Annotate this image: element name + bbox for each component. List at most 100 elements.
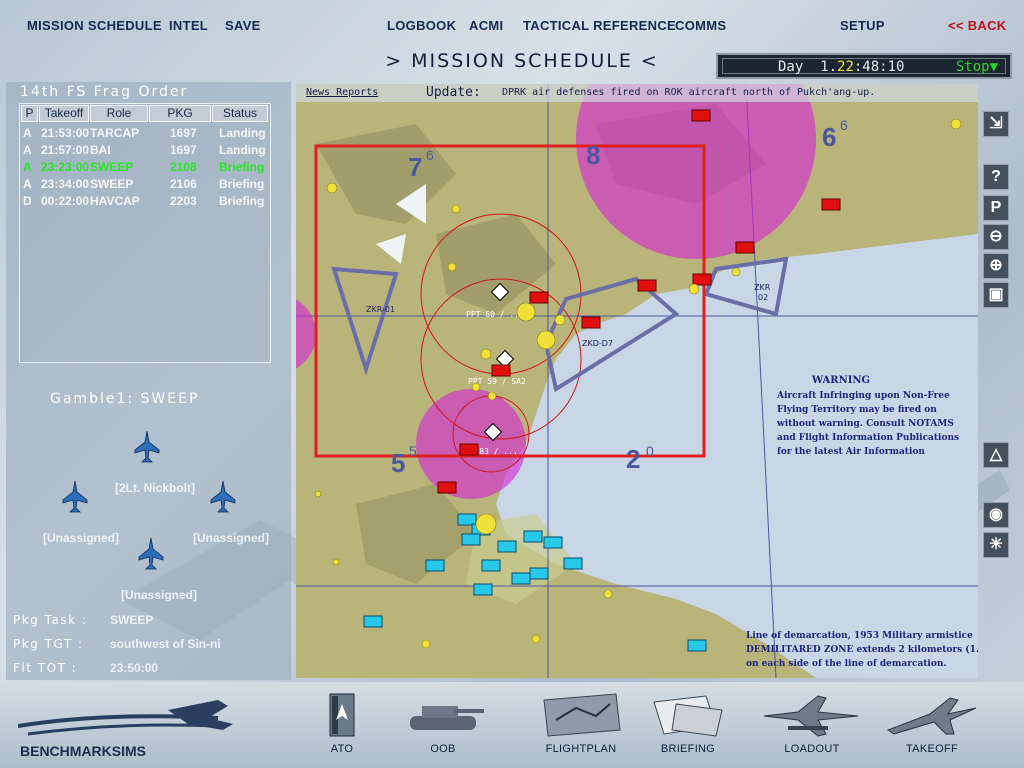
flight-name: Gamble1: SWEEP bbox=[50, 391, 200, 407]
flight-tot-label: Flt TOT : bbox=[13, 661, 78, 675]
jet-icon-wing3[interactable] bbox=[210, 480, 236, 514]
campaign-map[interactable]: 7 6 8 6 6 5 5 2 0 ZKR-01 ZKD-D7 ZKR 02 P… bbox=[296, 84, 978, 678]
frag-order-row[interactable]: A 21:57:00 BAI 1697 Landing bbox=[20, 142, 270, 159]
time-control-dropdown[interactable]: Stop▼ bbox=[956, 59, 998, 75]
zone-label: ZKD-D7 bbox=[582, 339, 613, 348]
frag-cell-pkg: 1697 bbox=[170, 126, 197, 140]
menu-intel[interactable]: INTEL bbox=[169, 18, 208, 33]
frag-order-row[interactable]: A 23:34:00 SWEEP 2106 Briefing bbox=[20, 176, 270, 193]
menu-logbook[interactable]: LOGBOOK bbox=[387, 18, 456, 33]
fit-map-button[interactable]: ▣ bbox=[983, 282, 1009, 308]
briefing-papers-icon bbox=[653, 695, 723, 737]
frag-cell-takeoff: 00:22:00 bbox=[41, 194, 90, 208]
frag-cell-p: A bbox=[23, 126, 32, 140]
frag-cell-role: SWEEP bbox=[90, 177, 134, 191]
frag-cell-pkg: 2108 bbox=[170, 160, 197, 174]
col-header-role[interactable]: Role bbox=[90, 105, 148, 122]
menu-comms[interactable]: COMMS bbox=[675, 18, 726, 33]
menu-save[interactable]: SAVE bbox=[225, 18, 261, 33]
col-header-pkg[interactable]: PKG bbox=[149, 105, 211, 122]
warning-line: Aircraft Infringing upon Non-Free bbox=[776, 391, 950, 401]
recon-button[interactable]: ◉ bbox=[983, 502, 1009, 528]
sector-sub: 6 bbox=[426, 147, 434, 163]
frag-cell-role: TARCAP bbox=[90, 126, 140, 140]
sector-label: 8 bbox=[586, 140, 600, 170]
nav-loadout[interactable]: LOADOUT bbox=[758, 690, 866, 762]
sector-sub: 5 bbox=[409, 443, 417, 459]
frag-cell-status: Briefing bbox=[219, 160, 265, 174]
takeoff-jet-icon bbox=[886, 697, 977, 735]
frag-order-title: 14th FS Frag Order bbox=[20, 84, 189, 100]
clock-time: Day 1.22:48:10 bbox=[778, 59, 905, 75]
zoom-out-button[interactable]: ⊖ bbox=[983, 224, 1009, 250]
loadout-jet-icon bbox=[763, 695, 859, 737]
dmz-line: Line of demarcation, 1953 Military armis… bbox=[746, 631, 973, 641]
time-display: Day 1.22:48:10 Stop▼ bbox=[716, 53, 1012, 79]
warning-line: and Flight Information Publications bbox=[777, 433, 959, 443]
col-header-status[interactable]: Status bbox=[212, 105, 268, 122]
menu-setup[interactable]: SETUP bbox=[840, 18, 885, 33]
map-canvas[interactable]: 7 6 8 6 6 5 5 2 0 ZKR-01 ZKD-D7 ZKR 02 P… bbox=[296, 84, 978, 678]
frag-cell-p: D bbox=[23, 194, 32, 208]
weather-button[interactable]: ☀ bbox=[983, 532, 1009, 558]
frag-order-row[interactable]: A 23:23:00 SWEEP 2108 Briefing bbox=[20, 159, 270, 176]
news-message: DPRK air defenses fired on ROK aircraft … bbox=[502, 87, 876, 98]
menu-mission-schedule[interactable]: MISSION SCHEDULE bbox=[27, 18, 162, 33]
frag-cell-role: SWEEP bbox=[90, 160, 134, 174]
nav-oob[interactable]: OOB bbox=[400, 690, 486, 762]
menu-acmi[interactable]: ACMI bbox=[469, 18, 503, 33]
nav-briefing[interactable]: BRIEFING bbox=[646, 690, 730, 762]
news-ticker: News Reports Update: DPRK air defenses f… bbox=[296, 84, 978, 102]
menu-tactical-reference[interactable]: TACTICAL REFERENCE bbox=[523, 18, 676, 33]
frag-cell-pkg: 1697 bbox=[170, 143, 197, 157]
update-label: Update: bbox=[426, 85, 481, 100]
sector-sub: 0 bbox=[646, 443, 654, 459]
pilot-slot-4[interactable]: [Unassigned] bbox=[193, 531, 269, 545]
resize-map-button[interactable]: ⇲ bbox=[983, 111, 1009, 137]
sector-label: 2 bbox=[626, 444, 640, 474]
frag-cell-role: BAI bbox=[90, 143, 111, 157]
map-tools: ⇲ ? P ⊖ ⊕ ▣ △ ◉ ☀ bbox=[980, 84, 1012, 678]
sector-sub: 6 bbox=[840, 117, 848, 133]
col-header-p[interactable]: P bbox=[21, 105, 38, 122]
pilot-slot-5[interactable]: [Unassigned] bbox=[121, 588, 197, 602]
news-reports-link[interactable]: News Reports bbox=[306, 87, 378, 98]
frag-cell-takeoff: 21:57:00 bbox=[41, 143, 90, 157]
sector-label: 5 bbox=[391, 448, 405, 478]
frag-cell-takeoff: 21:53:00 bbox=[41, 126, 90, 140]
frag-order-row[interactable]: A 21:53:00 TARCAP 1697 Landing bbox=[20, 125, 270, 142]
jet-icon-wing4[interactable] bbox=[138, 537, 164, 571]
page-title: > MISSION SCHEDULE < bbox=[385, 50, 659, 72]
frag-cell-takeoff: 23:23:00 bbox=[41, 160, 90, 174]
flight-tot-value: 23:50:00 bbox=[110, 661, 159, 675]
top-menu: MISSION SCHEDULE INTEL SAVE LOGBOOK ACMI… bbox=[0, 0, 1024, 46]
pkg-task-value: SWEEP bbox=[110, 613, 154, 627]
frag-cell-pkg: 2203 bbox=[170, 194, 197, 208]
pause-button[interactable]: P bbox=[983, 195, 1009, 221]
pilot-slot-2[interactable]: [2Lt. Nickbolt] bbox=[115, 481, 195, 495]
nav-flightplan[interactable]: FLIGHTPLAN bbox=[536, 690, 626, 762]
jet-icon-lead[interactable] bbox=[134, 430, 160, 464]
jet-icon-wing2[interactable] bbox=[62, 480, 88, 514]
pilot-slot-3[interactable]: [Unassigned] bbox=[43, 531, 119, 545]
warning-line: for the latest Air Information bbox=[777, 447, 925, 457]
frag-order-row[interactable]: D 00:22:00 HAVCAP 2203 Briefing bbox=[20, 193, 270, 210]
frag-cell-p: A bbox=[23, 177, 32, 191]
frag-order-table: P Takeoff Role PKG Status A 21:53:00 TARCA… bbox=[19, 103, 271, 363]
nav-ato[interactable]: ATO bbox=[316, 690, 368, 762]
help-button[interactable]: ? bbox=[983, 164, 1009, 190]
menu-back[interactable]: << BACK bbox=[948, 18, 1006, 33]
zone-label: ZKR bbox=[754, 283, 771, 292]
pkg-task-label: Pkg Task : bbox=[13, 613, 88, 627]
altitude-profile-button[interactable]: △ bbox=[983, 442, 1009, 468]
svg-text:BENCHMARKSIMS: BENCHMARKSIMS bbox=[20, 743, 146, 759]
frag-cell-status: Landing bbox=[219, 126, 266, 140]
nav-takeoff[interactable]: TAKEOFF bbox=[880, 690, 984, 762]
col-header-takeoff[interactable]: Takeoff bbox=[39, 105, 89, 122]
frag-cell-p: A bbox=[23, 160, 32, 174]
sector-label: 6 bbox=[822, 122, 836, 152]
zoom-in-button[interactable]: ⊕ bbox=[983, 253, 1009, 279]
warning-title: WARNING bbox=[811, 375, 870, 386]
zone-label: ZKR-01 bbox=[366, 305, 395, 314]
dmz-line: on each side of the line of demarcation. bbox=[746, 659, 947, 669]
